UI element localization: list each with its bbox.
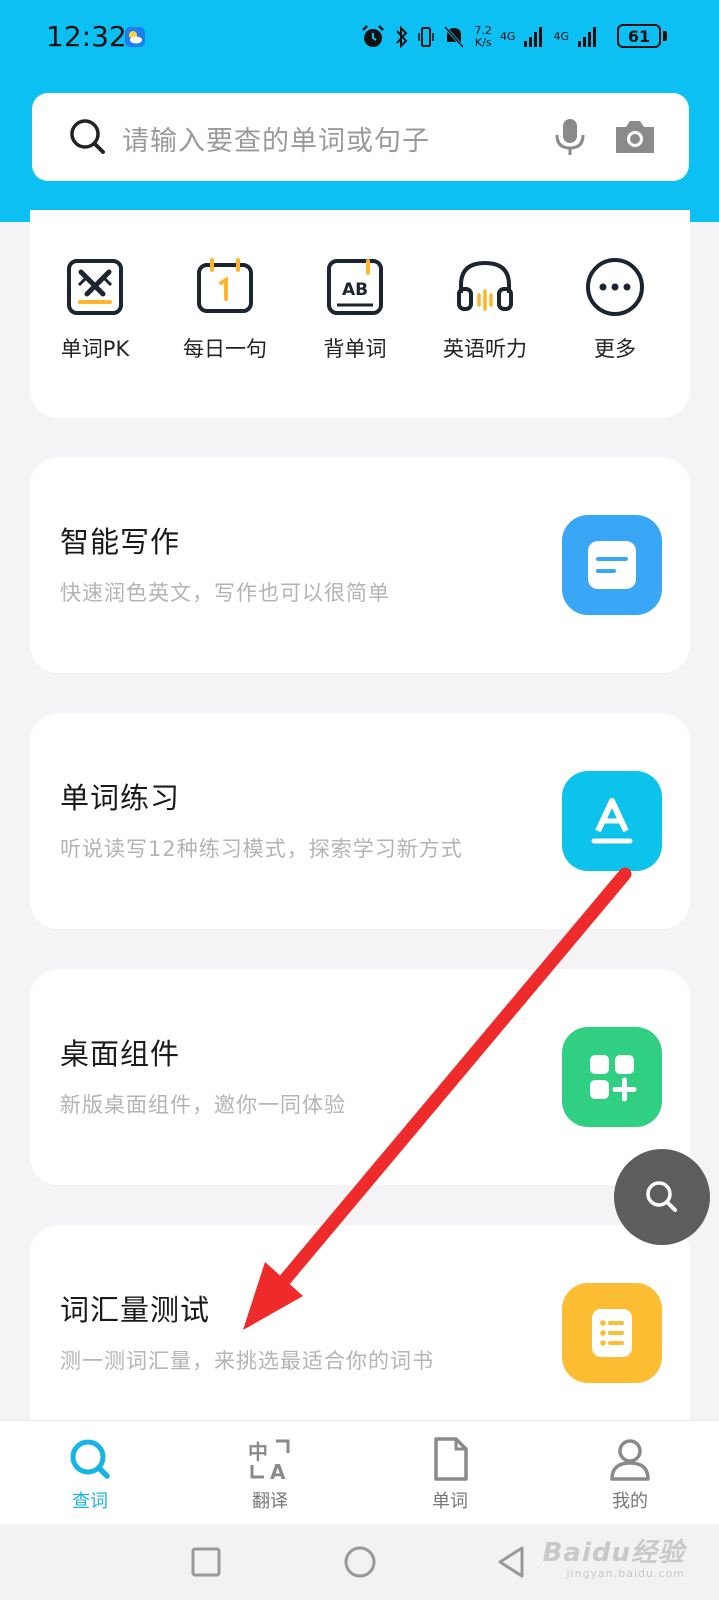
swords-icon xyxy=(67,259,123,315)
search-icon xyxy=(646,1181,677,1212)
search-icon xyxy=(70,1439,110,1479)
person-icon xyxy=(610,1439,650,1481)
tab-translate[interactable]: 中 A 翻译 xyxy=(210,1435,330,1513)
tab-words[interactable]: 单词 xyxy=(390,1435,510,1513)
card-smart-writing[interactable]: 智能写作 快速润色英文，写作也可以很简单 xyxy=(30,457,690,673)
list-icon xyxy=(592,1309,632,1357)
card-icon-tile xyxy=(562,771,662,871)
shortcut-label: 每日一句 xyxy=(183,337,267,361)
card-title: 桌面组件 xyxy=(60,1037,181,1071)
battery-indicator: 61 xyxy=(617,24,661,48)
network-speed: 7.2 K/s xyxy=(474,24,492,49)
card-title: 单词练习 xyxy=(60,781,181,815)
card-subtitle: 快速润色英文，写作也可以很简单 xyxy=(60,581,390,605)
microphone-icon[interactable] xyxy=(548,115,592,159)
letter-a-icon xyxy=(591,798,633,844)
svg-text:中: 中 xyxy=(248,1440,268,1464)
tab-label: 我的 xyxy=(612,1491,648,1512)
watermark-logo: Baidu经验 xyxy=(542,1538,685,1568)
signal-icon xyxy=(524,27,543,47)
camera-icon[interactable] xyxy=(612,115,658,159)
tab-label: 翻译 xyxy=(252,1491,288,1512)
clock: 12:32 xyxy=(46,20,127,53)
back-button[interactable] xyxy=(494,1544,530,1580)
card-subtitle: 测一测词汇量，来挑选最适合你的词书 xyxy=(60,1349,434,1373)
card-subtitle: 听说读写12种练习模式，探索学习新方式 xyxy=(60,837,463,861)
shortcut-label: 更多 xyxy=(594,337,636,361)
shortcut-more[interactable]: 更多 xyxy=(550,255,680,363)
tab-label: 查词 xyxy=(72,1491,108,1512)
card-title: 词汇量测试 xyxy=(60,1293,211,1327)
alarm-icon xyxy=(362,25,385,47)
shortcut-label: 单词PK xyxy=(60,337,130,361)
search-icon xyxy=(70,119,105,154)
shortcut-panel: 单词PK 每日一句 AB 背单词 英语听力 更多 xyxy=(30,210,690,418)
shortcut-listening[interactable]: 英语听力 xyxy=(420,255,550,363)
headphones-icon xyxy=(457,260,513,311)
ab-book-icon: AB xyxy=(327,259,383,315)
recents-button[interactable] xyxy=(188,1544,224,1580)
card-icon-tile xyxy=(562,1027,662,1127)
card-word-practice[interactable]: 单词练习 听说读写12种练习模式，探索学习新方式 xyxy=(30,713,690,929)
signal-icon-2 xyxy=(578,27,596,47)
watermark: Baidu经验 jingyan.baidu.com xyxy=(543,1532,685,1580)
shortcut-label: 英语听力 xyxy=(443,337,527,361)
widgets-icon xyxy=(590,1055,637,1102)
more-icon xyxy=(586,258,644,316)
bluetooth-icon xyxy=(396,25,408,49)
card-vocab-test[interactable]: 词汇量测试 测一测词汇量，来挑选最适合你的词书 xyxy=(30,1225,690,1441)
tab-mine[interactable]: 我的 xyxy=(570,1435,690,1513)
card-icon-tile xyxy=(562,1283,662,1383)
weather-icon xyxy=(125,27,145,47)
mute-bell-icon xyxy=(444,25,465,49)
shortcut-daily-sentence[interactable]: 每日一句 xyxy=(160,255,290,363)
status-bar: 12:32 7.2 K/s 4G 4G 61 xyxy=(0,0,719,78)
svg-text:AB: AB xyxy=(342,280,368,300)
svg-text:A: A xyxy=(270,1460,286,1483)
battery-cap xyxy=(663,31,667,41)
floating-search-button[interactable] xyxy=(614,1149,710,1245)
network-type-2: 4G xyxy=(553,30,569,43)
network-type-1: 4G xyxy=(499,30,516,43)
home-button[interactable] xyxy=(342,1544,378,1580)
vibrate-icon xyxy=(418,27,435,47)
card-subtitle: 新版桌面组件，邀你一同体验 xyxy=(60,1093,346,1117)
tab-label: 单词 xyxy=(432,1491,468,1512)
search-bar[interactable]: 请输入要查的单词或句子 xyxy=(32,93,689,181)
file-icon xyxy=(434,1437,468,1481)
shortcut-memorize-words[interactable]: AB 背单词 xyxy=(290,255,420,363)
bottom-tab-bar: 查词 中 A 翻译 单词 我的 xyxy=(0,1420,719,1525)
shortcut-label: 背单词 xyxy=(323,337,387,361)
document-icon xyxy=(588,541,636,589)
card-icon-tile xyxy=(562,515,662,615)
status-icons: 7.2 K/s 4G 4G xyxy=(360,22,659,52)
card-desktop-widget[interactable]: 桌面组件 新版桌面组件，邀你一同体验 xyxy=(30,969,690,1185)
header-bar: 12:32 7.2 K/s 4G 4G 61 请输入要查的单词或句子 xyxy=(0,0,719,222)
tab-lookup[interactable]: 查词 xyxy=(30,1435,150,1513)
search-input[interactable]: 请输入要查的单词或句子 xyxy=(122,119,430,158)
card-title: 智能写作 xyxy=(60,525,181,559)
translate-icon: 中 A xyxy=(248,1439,290,1483)
shortcut-word-pk[interactable]: 单词PK xyxy=(30,255,160,363)
calendar-icon xyxy=(197,258,253,313)
